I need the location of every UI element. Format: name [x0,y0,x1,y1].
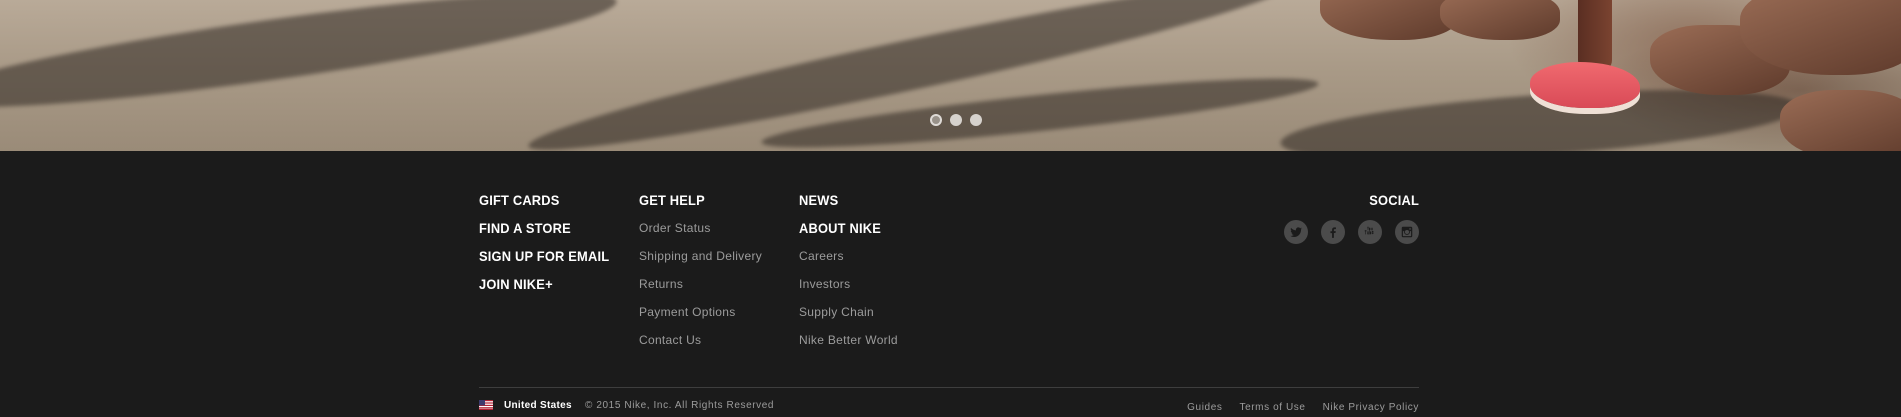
footer-column-about: NEWS ABOUT NIKE Careers Investors Supply… [799,191,898,359]
runner-shadow [0,0,621,129]
payment-options-link[interactable]: Payment Options [639,303,762,331]
copyright-text: © 2015 Nike, Inc. All Rights Reserved [585,400,775,411]
order-status-link[interactable]: Order Status [639,219,762,247]
social-icons [1284,220,1419,244]
footer-column-help: GET HELP Order Status Shipping and Deliv… [639,191,762,359]
twitter-icon[interactable] [1284,220,1308,244]
carousel-dot[interactable] [930,114,942,126]
nike-better-world-link[interactable]: Nike Better World [799,331,898,359]
rock [1440,0,1560,40]
instagram-icon[interactable] [1395,220,1419,244]
country-selector[interactable]: United States [504,400,572,411]
careers-link[interactable]: Careers [799,247,898,275]
legal-links: Guides Terms of Use Nike Privacy Policy [1187,402,1419,413]
returns-link[interactable]: Returns [639,275,762,303]
rock [1320,0,1460,40]
carousel-dots [930,114,982,126]
join-nike-plus-link[interactable]: JOIN NIKE+ [479,275,609,303]
terms-of-use-link[interactable]: Terms of Use [1239,402,1305,413]
site-footer: GIFT CARDS FIND A STORE SIGN UP FOR EMAI… [0,151,1901,417]
carousel-dot[interactable] [970,114,982,126]
footer-column-main: GIFT CARDS FIND A STORE SIGN UP FOR EMAI… [479,191,621,303]
about-nike-heading[interactable]: ABOUT NIKE [799,219,890,247]
us-flag-icon[interactable] [479,400,493,410]
gift-cards-link[interactable]: GIFT CARDS [479,191,609,219]
guides-link[interactable]: Guides [1187,402,1222,413]
hero-image [0,0,1901,151]
get-help-heading[interactable]: GET HELP [639,191,752,219]
carousel-dot[interactable] [950,114,962,126]
footer-bottom-bar: United States © 2015 Nike, Inc. All Righ… [479,397,1419,413]
social-heading: SOCIAL [1369,192,1419,208]
sign-up-email-link[interactable]: SIGN UP FOR EMAIL [479,247,609,275]
facebook-icon[interactable] [1321,220,1345,244]
social-section: SOCIAL [1284,191,1419,244]
rock [1780,90,1901,151]
running-shoe [1530,62,1640,108]
supply-chain-link[interactable]: Supply Chain [799,303,898,331]
shipping-delivery-link[interactable]: Shipping and Delivery [639,247,762,275]
news-link[interactable]: NEWS [799,191,890,219]
investors-link[interactable]: Investors [799,275,898,303]
footer-divider [479,387,1419,388]
contact-us-link[interactable]: Contact Us [639,331,762,359]
youtube-icon[interactable] [1358,220,1382,244]
find-a-store-link[interactable]: FIND A STORE [479,219,609,247]
privacy-policy-link[interactable]: Nike Privacy Policy [1323,402,1419,413]
